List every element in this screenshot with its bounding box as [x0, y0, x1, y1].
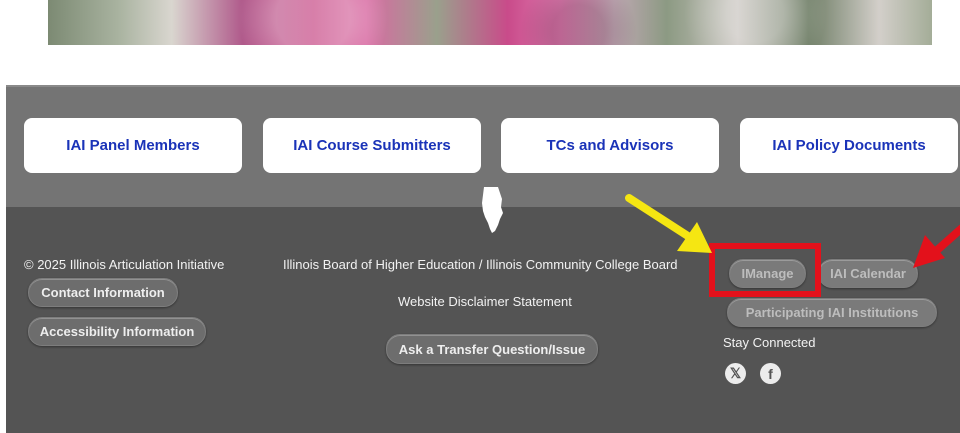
red-arrow-icon — [913, 224, 960, 268]
